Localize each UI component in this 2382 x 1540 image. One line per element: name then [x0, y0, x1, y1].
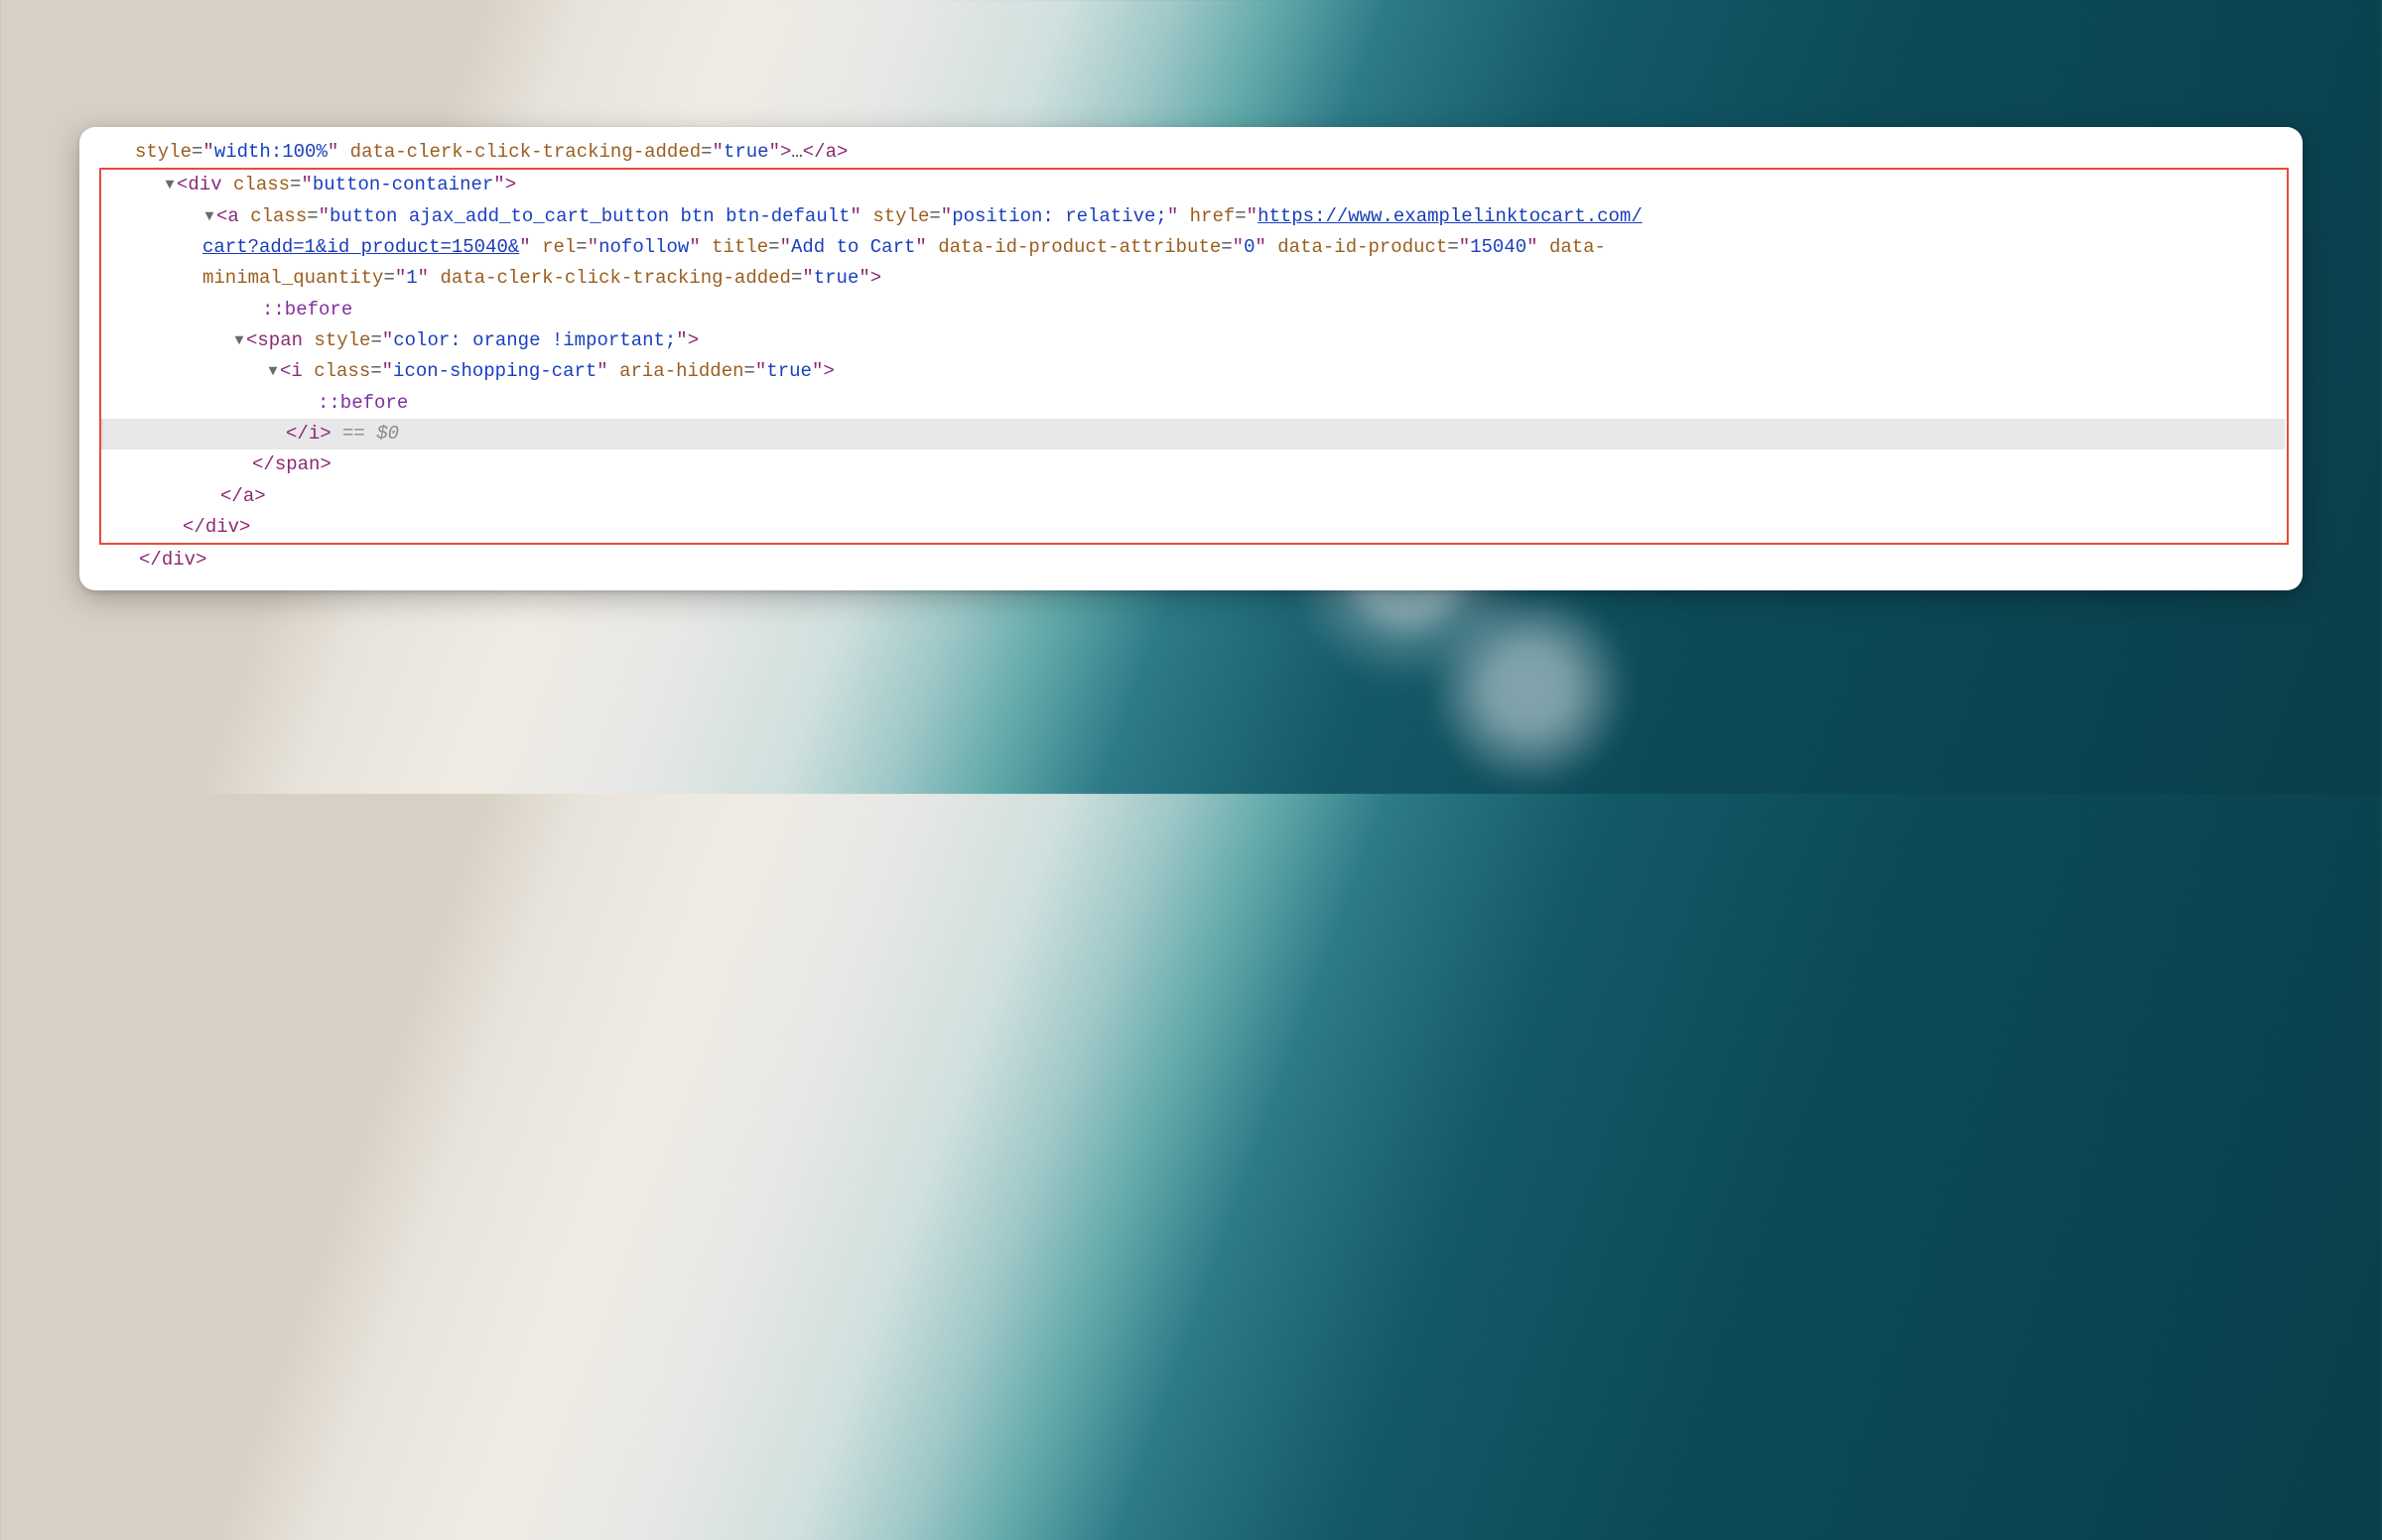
dom-node-i-icon-open[interactable]: ▼<i class="icon-shopping-cart" aria-hidd… — [103, 356, 2285, 387]
dom-node-a-add-to-cart-open[interactable]: ▼<a class="button ajax_add_to_cart_butto… — [103, 201, 2285, 232]
href-link[interactable]: cart?add=1&id_product=15040& — [202, 236, 519, 258]
dom-node-a-add-to-cart-open-wrap1[interactable]: cart?add=1&id_product=15040&" rel="nofol… — [103, 232, 2285, 263]
dom-node-a-close[interactable]: </a> — [103, 481, 2285, 512]
dom-node-outer-div-close[interactable]: </div> — [93, 545, 2289, 576]
dom-tree: style="width:100%" data-clerk-click-trac… — [93, 137, 2289, 577]
href-link[interactable]: https://www.examplelinktocart.com/ — [1257, 205, 1643, 227]
pseudo-before[interactable]: ::before — [103, 388, 2285, 419]
dom-node-a-add-to-cart-open-wrap2[interactable]: minimal_quantity="1" data-clerk-click-tr… — [103, 263, 2285, 294]
dom-node-i-icon-close-selected[interactable]: </i> == $0 — [101, 419, 2285, 449]
dom-node-div-button-container-open[interactable]: ▼<div class="button-container"> — [103, 170, 2285, 200]
expand-toggle-icon[interactable]: ▼ — [266, 360, 280, 385]
dom-line-prev-anchor-tail[interactable]: style="width:100%" data-clerk-click-trac… — [93, 137, 2289, 168]
selected-element-marker: == $0 — [342, 423, 399, 445]
dom-node-div-button-container-close[interactable]: </div> — [103, 512, 2285, 543]
pseudo-before[interactable]: ::before — [103, 295, 2285, 325]
expand-toggle-icon[interactable]: ▼ — [232, 329, 246, 354]
dom-node-span-close[interactable]: </span> — [103, 449, 2285, 480]
devtools-elements-panel: style="width:100%" data-clerk-click-trac… — [79, 127, 2303, 590]
expand-toggle-icon[interactable]: ▼ — [163, 174, 177, 198]
dom-node-span-open[interactable]: ▼<span style="color: orange !important;"… — [103, 325, 2285, 356]
expand-toggle-icon[interactable]: ▼ — [202, 205, 216, 230]
selected-element-outline: ▼<div class="button-container"> ▼<a clas… — [99, 168, 2289, 545]
